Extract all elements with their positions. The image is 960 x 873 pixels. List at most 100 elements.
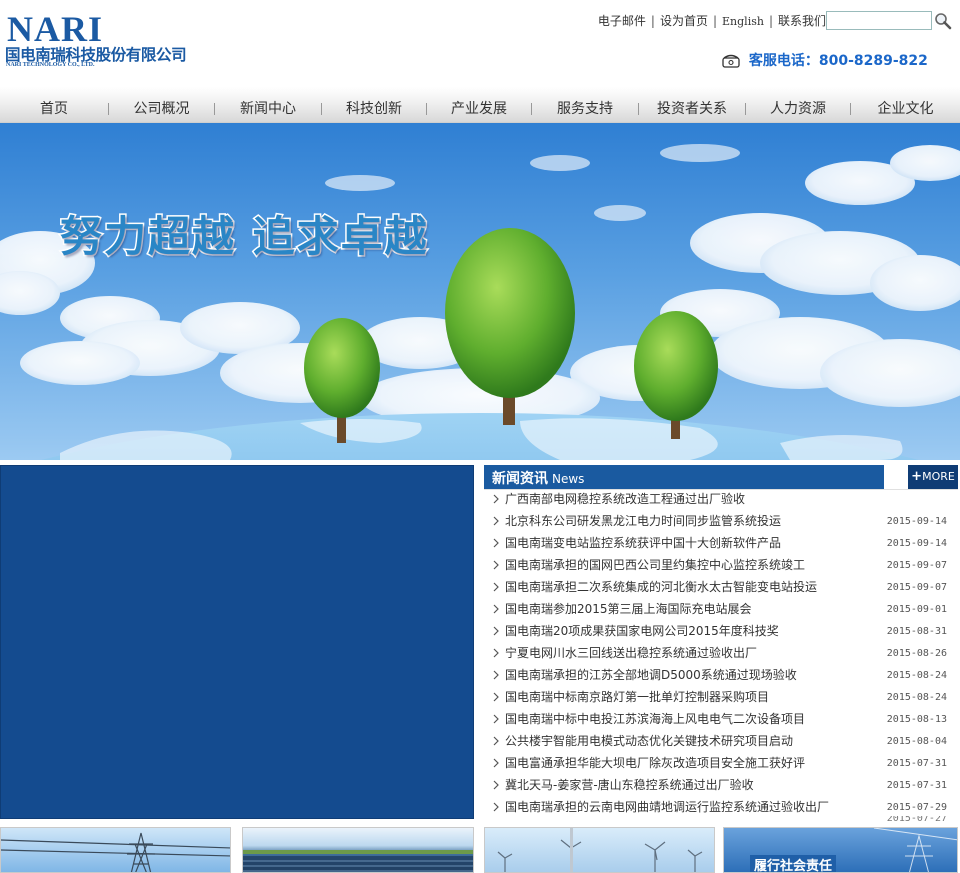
social-responsibility-label: 履行社会责任 (750, 855, 837, 872)
logo-company-name-en: NARI TECHNOLOGY CO., LTD. (6, 62, 95, 68)
news-item-title[interactable]: 国电南瑞变电站监控系统获评中国十大创新软件产品 (505, 532, 781, 554)
news-item-clipped: 2015-07-27 (484, 816, 958, 822)
chevron-right-icon (493, 758, 499, 768)
email-link[interactable]: 电子邮件 (598, 14, 646, 28)
news-item-date: 2015-07-27 (886, 816, 947, 822)
news-item[interactable]: 宁夏电网川水三回线送出稳控系统通过验收出厂 2015-08-26 (484, 642, 958, 664)
nav-item-news-center[interactable]: 新闻中心 (215, 87, 321, 123)
contact-link[interactable]: 联系我们 (778, 14, 826, 28)
news-item[interactable]: 国电南瑞中标南京路灯第一批单灯控制器采购项目 2015-08-24 (484, 686, 958, 708)
divider: | (650, 14, 655, 28)
news-title-en: News (552, 472, 585, 486)
news-list: 广西南部电网稳控系统改造工程通过出厂验收 北京科东公司研发黑龙江电力时间同步监管… (484, 488, 958, 818)
news-item-date: 2015-08-04 (886, 736, 947, 747)
news-item-title[interactable]: 国电富通承担华能大坝电厂除灰改造项目安全施工获好评 (505, 752, 805, 774)
thumbnail-solar-farm[interactable] (242, 827, 474, 873)
news-item[interactable]: 国电南瑞变电站监控系统获评中国十大创新软件产品 2015-09-14 (484, 532, 958, 554)
main-nav: 首页 公司概况 新闻中心 科技创新 产业发展 服务支持 投资者关系 人力资源 企… (0, 87, 960, 123)
news-item-title[interactable]: 北京科东公司研发黑龙江电力时间同步监管系统投运 (505, 510, 781, 532)
chevron-right-icon (493, 582, 499, 592)
banner-slogan: 努力超越 追求卓越 (59, 211, 429, 263)
chevron-right-icon (493, 560, 499, 570)
news-item-title[interactable]: 国电南瑞承担的国网巴西公司里约集控中心监控系统竣工 (505, 554, 805, 576)
news-item-title[interactable]: 广西南部电网稳控系统改造工程通过出厂验收 (505, 488, 745, 510)
nav-item-investor-relations[interactable]: 投资者关系 (639, 87, 745, 123)
search-input[interactable] (826, 11, 932, 30)
divider: | (712, 14, 718, 28)
news-item-date: 2015-09-14 (886, 538, 947, 549)
nav-item-home[interactable]: 首页 (0, 87, 108, 123)
chevron-right-icon (493, 692, 499, 702)
news-item-title[interactable]: 国电南瑞参加2015第三届上海国际充电站展会 (505, 598, 752, 620)
news-header: 新闻资讯 News +MORE (484, 465, 958, 490)
power-tower-image (1, 832, 230, 872)
news-item-date: 2015-07-31 (886, 758, 947, 769)
hotline-number: 800-8289-822 (818, 53, 928, 69)
news-item-date: 2015-08-24 (886, 692, 947, 703)
hero-banner[interactable]: 努力超越 追求卓越 (0, 123, 960, 460)
news-item[interactable]: 国电南瑞中标中电投江苏滨海海上风电电气二次设备项目 2015-08-13 (484, 708, 958, 730)
news-item-title[interactable]: 冀北天马-姜家营-唐山东稳控系统通过出厂验收 (505, 774, 754, 796)
chevron-right-icon (493, 626, 499, 636)
thumbnail-wind-farm[interactable] (484, 827, 715, 873)
news-item-date: 2015-07-31 (886, 780, 947, 791)
news-item-date: 2015-09-07 (886, 582, 947, 593)
news-item-title[interactable]: 宁夏电网川水三回线送出稳控系统通过验收出厂 (505, 642, 757, 664)
news-title: 新闻资讯 News (492, 468, 584, 488)
news-item-date: 2015-09-14 (886, 516, 947, 527)
news-item-date: 2015-09-01 (886, 604, 947, 615)
news-item[interactable]: 国电南瑞承担的江苏全部地调D5000系统通过现场验收 2015-08-24 (484, 664, 958, 686)
chevron-right-icon (493, 494, 499, 504)
news-item[interactable]: 冀北天马-姜家营-唐山东稳控系统通过出厂验收 2015-07-31 (484, 774, 958, 796)
nav-item-innovation[interactable]: 科技创新 (322, 87, 426, 123)
solar-panels-image (243, 850, 473, 872)
nav-item-industry[interactable]: 产业发展 (427, 87, 531, 123)
chevron-right-icon (493, 604, 499, 614)
nav-item-service-support[interactable]: 服务支持 (532, 87, 638, 123)
news-section: 新闻资讯 News +MORE 广西南部电网稳控系统改造工程通过出厂验收 北京科东… (484, 465, 958, 822)
news-more-label: MORE (922, 470, 955, 483)
plus-icon: + (911, 469, 923, 484)
news-item-date: 2015-08-26 (886, 648, 947, 659)
nav-item-company-overview[interactable]: 公司概况 (109, 87, 214, 123)
customer-hotline: 客服电话：800-8289-822 (722, 50, 928, 70)
chevron-right-icon (493, 670, 499, 680)
nav-item-human-resources[interactable]: 人力资源 (746, 87, 850, 123)
chevron-right-icon (493, 648, 499, 658)
news-item-title[interactable]: 国电南瑞20项成果获国家电网公司2015年度科技奖 (505, 620, 779, 642)
news-item[interactable]: 北京科东公司研发黑龙江电力时间同步监管系统投运 2015-09-14 (484, 510, 958, 532)
news-item[interactable]: 国电南瑞参加2015第三届上海国际充电站展会 2015-09-01 (484, 598, 958, 620)
news-item-title[interactable]: 国电南瑞中标中电投江苏滨海海上风电电气二次设备项目 (505, 708, 805, 730)
chevron-right-icon (493, 538, 499, 548)
wind-turbines-image (497, 828, 703, 872)
news-item[interactable]: 国电南瑞20项成果获国家电网公司2015年度科技奖 2015-08-31 (484, 620, 958, 642)
news-title-bar: 新闻资讯 News (484, 465, 884, 489)
news-item[interactable]: 国电南瑞承担的国网巴西公司里约集控中心监控系统竣工 2015-09-07 (484, 554, 958, 576)
hotline-label: 客服电话： (748, 53, 819, 69)
english-link[interactable]: English (722, 15, 764, 28)
news-item[interactable]: 国电南瑞承担二次系统集成的河北衡水太古智能变电站投运 2015-09-07 (484, 576, 958, 598)
set-homepage-link[interactable]: 设为首页 (660, 14, 708, 28)
site-header: NARI 国电南瑞科技股份有限公司 NARI TECHNOLOGY CO., L… (0, 0, 960, 87)
thumbnail-social-responsibility[interactable]: 履行社会责任 (723, 827, 958, 873)
news-more-button[interactable]: +MORE (908, 465, 958, 489)
top-links: 电子邮件 | 设为首页 | English | 联系我们 (598, 12, 826, 29)
news-item-title[interactable]: 国电南瑞承担的江苏全部地调D5000系统通过现场验收 (505, 664, 797, 686)
news-item-title[interactable]: 国电南瑞承担二次系统集成的河北衡水太古智能变电站投运 (505, 576, 817, 598)
news-item[interactable]: 广西南部电网稳控系统改造工程通过出厂验收 (484, 488, 958, 510)
news-item-date: 2015-08-24 (886, 670, 947, 681)
news-item-date: 2015-08-31 (886, 626, 947, 637)
news-item[interactable]: 国电富通承担华能大坝电厂除灰改造项目安全施工获好评 2015-07-31 (484, 752, 958, 774)
chevron-right-icon (493, 736, 499, 746)
featured-panel (0, 465, 474, 819)
news-item-title[interactable]: 公共楼宇智能用电模式动态优化关键技术研究项目启动 (505, 730, 793, 752)
news-title-cn: 新闻资讯 (492, 471, 548, 487)
news-item-title[interactable]: 国电南瑞承担的云南电网曲靖地调运行监控系统通过验收出厂 (505, 796, 829, 818)
news-item-title[interactable]: 国电南瑞中标南京路灯第一批单灯控制器采购项目 (505, 686, 769, 708)
news-item[interactable]: 国电南瑞承担的云南电网曲靖地调运行监控系统通过验收出厂 2015-07-29 (484, 796, 958, 818)
search-icon[interactable] (934, 12, 952, 30)
company-logo[interactable]: NARI 国电南瑞科技股份有限公司 NARI TECHNOLOGY CO., L… (5, 9, 239, 70)
news-item[interactable]: 公共楼宇智能用电模式动态优化关键技术研究项目启动 2015-08-04 (484, 730, 958, 752)
thumbnail-power-tower[interactable] (0, 827, 231, 873)
nav-item-corporate-culture[interactable]: 企业文化 (851, 87, 960, 123)
